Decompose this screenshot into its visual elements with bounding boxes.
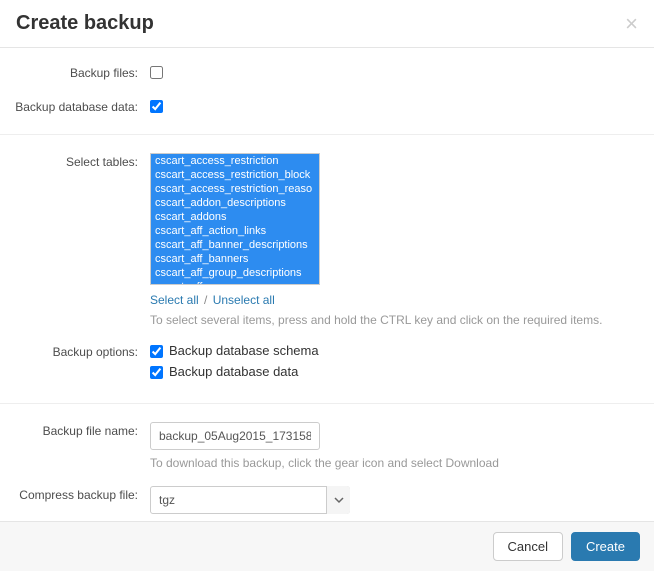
backup-data-label: Backup database data (169, 364, 298, 379)
create-button[interactable]: Create (571, 532, 640, 561)
backup-options-label: Backup options: (0, 343, 150, 359)
tables-hint: To select several items, press and hold … (150, 313, 638, 327)
table-option[interactable]: cscart_access_restriction (151, 154, 319, 168)
backup-db-data-label: Backup database data: (0, 98, 150, 114)
table-option[interactable]: cscart_aff_banners (151, 252, 319, 266)
backup-schema-checkbox[interactable] (150, 345, 163, 358)
modal-body: Backup files: Backup database data: Sele… (0, 48, 654, 528)
modal-title: Create backup (16, 12, 154, 35)
unselect-all-link[interactable]: Unselect all (213, 293, 275, 307)
compress-select[interactable] (150, 486, 350, 514)
backup-files-label: Backup files: (0, 64, 150, 80)
tables-multiselect[interactable]: cscart_access_restrictioncscart_access_r… (150, 153, 320, 285)
table-option[interactable]: cscart_aff_banner_descriptions (151, 238, 319, 252)
file-name-label: Backup file name: (0, 422, 150, 438)
table-option[interactable]: cscart_addon_descriptions (151, 196, 319, 210)
backup-schema-label: Backup database schema (169, 343, 319, 358)
table-option[interactable]: cscart_access_restriction_block (151, 168, 319, 182)
compress-label: Compress backup file: (0, 486, 150, 502)
select-all-link[interactable]: Select all (150, 293, 199, 307)
backup-db-data-checkbox[interactable] (150, 100, 163, 113)
table-option[interactable]: cscart_aff_group_descriptions (151, 266, 319, 280)
table-option[interactable]: cscart_aff_action_links (151, 224, 319, 238)
file-name-hint: To download this backup, click the gear … (150, 456, 638, 470)
close-icon[interactable]: × (625, 13, 638, 35)
cancel-button[interactable]: Cancel (493, 532, 563, 561)
table-option[interactable]: cscart_access_restriction_reaso (151, 182, 319, 196)
backup-data-checkbox[interactable] (150, 366, 163, 379)
backup-files-checkbox[interactable] (150, 66, 163, 79)
table-option[interactable]: cscart_addons (151, 210, 319, 224)
file-name-input[interactable] (150, 422, 320, 450)
select-tables-label: Select tables: (0, 153, 150, 169)
table-option[interactable]: cscart_aff_groups (151, 280, 319, 285)
